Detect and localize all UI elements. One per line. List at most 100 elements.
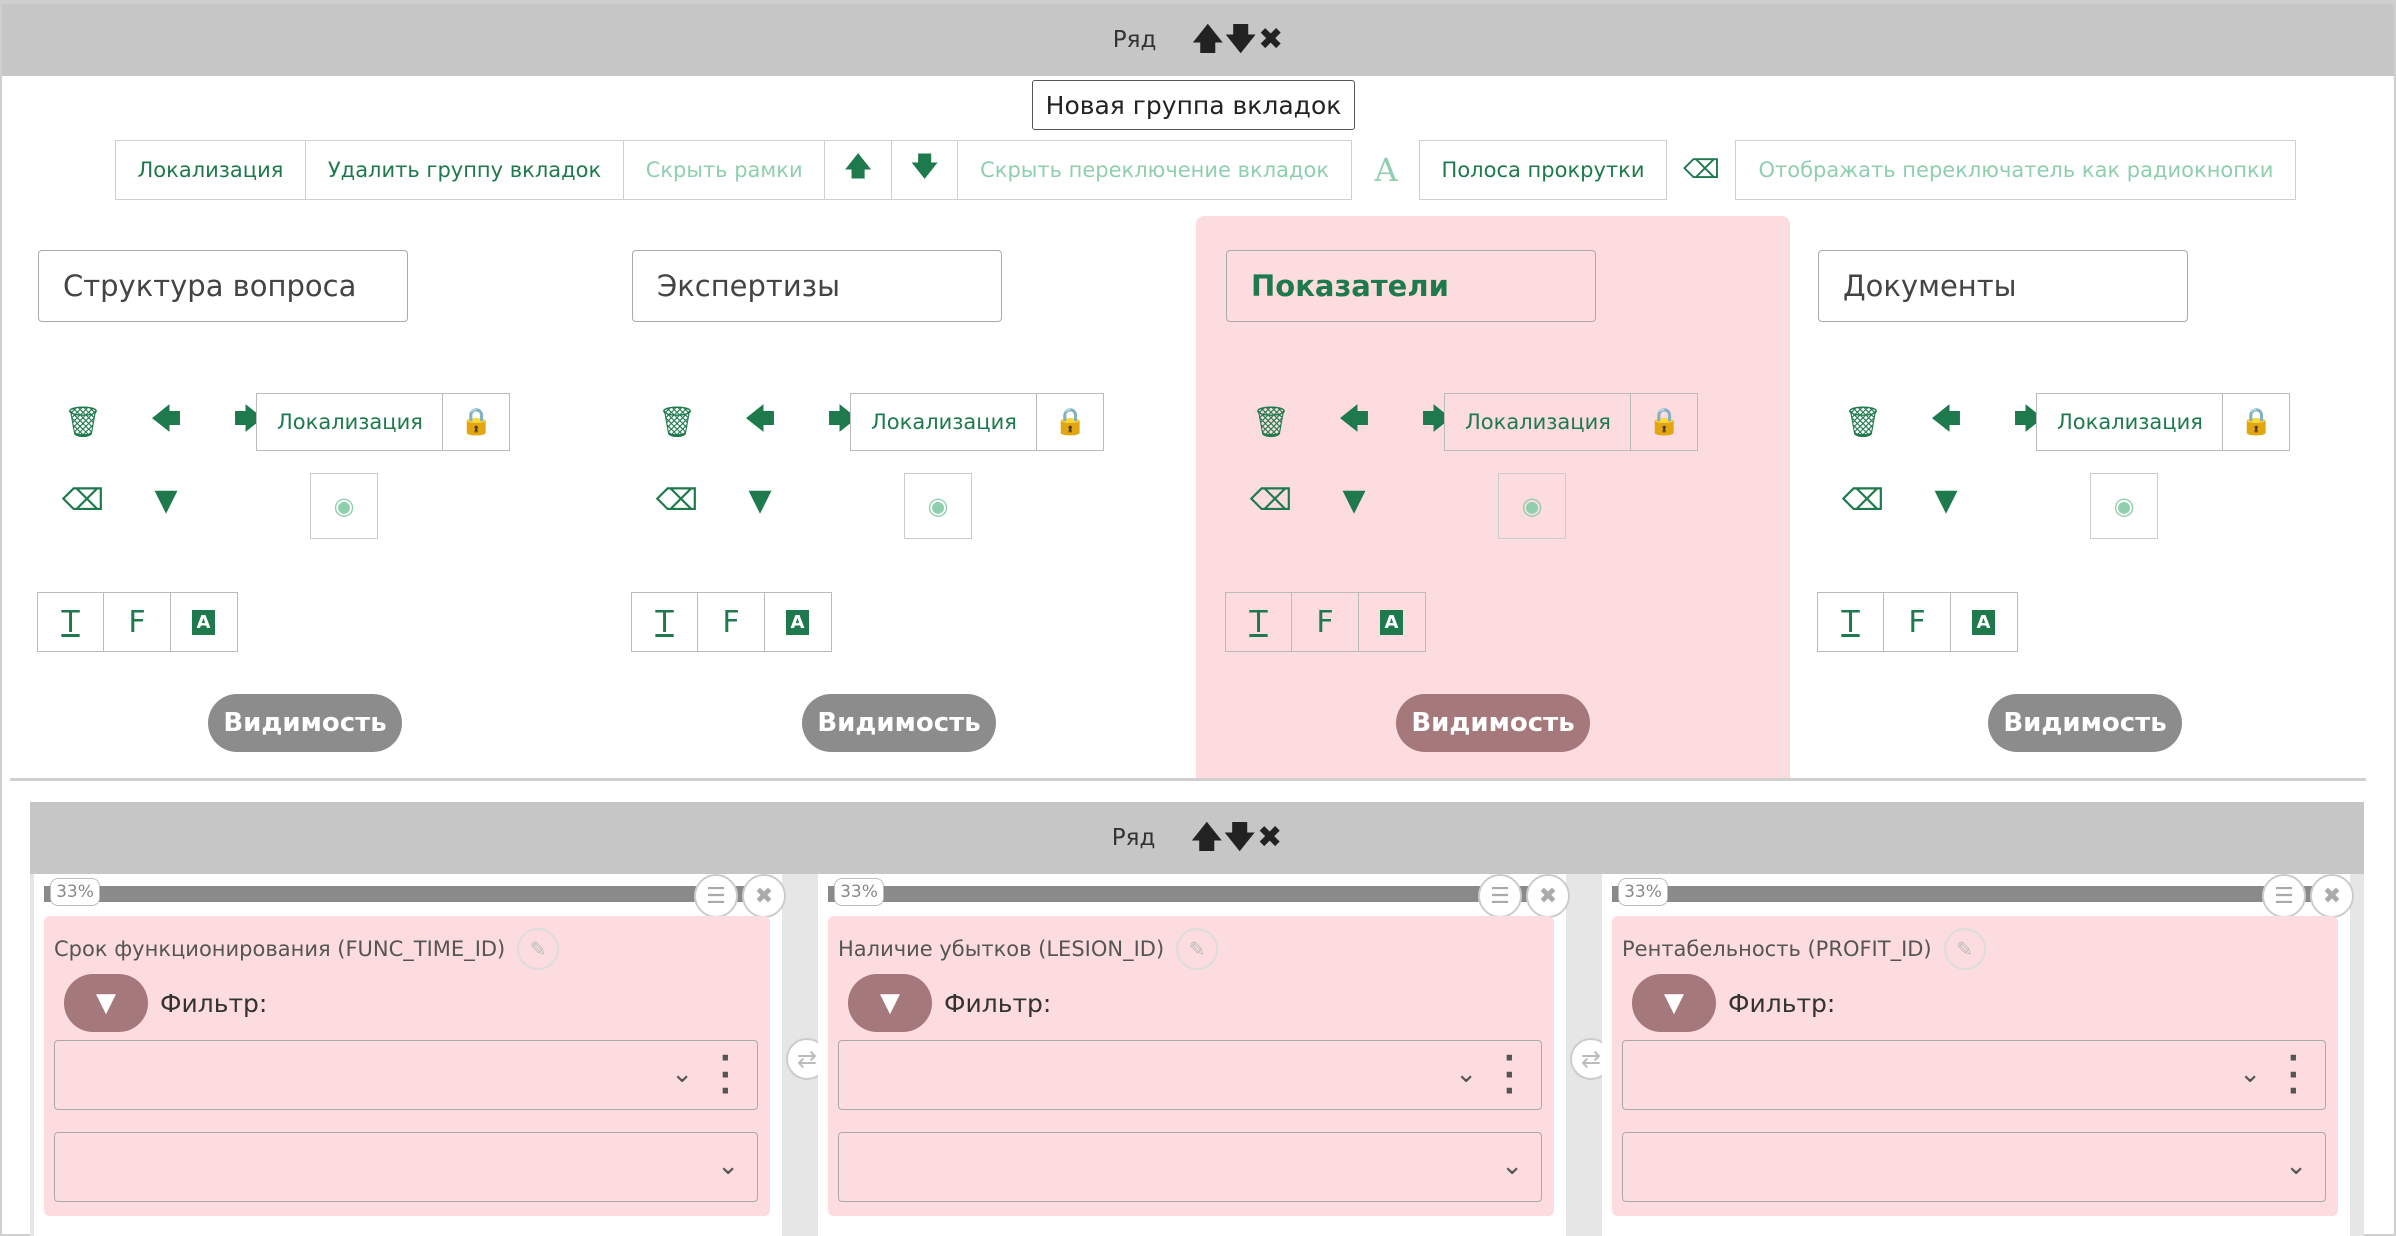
arrow-left-icon[interactable]: 🡄: [1329, 397, 1379, 447]
trash-icon[interactable]: 🗑: [1246, 397, 1296, 447]
eye-hidden-icon[interactable]: ◉: [2090, 473, 2158, 539]
close-icon[interactable]: ✖: [2310, 874, 2354, 918]
list-icon[interactable]: ☰: [694, 874, 738, 918]
hide-borders-button[interactable]: Скрыть рамки: [622, 140, 826, 200]
arrow-down-icon[interactable]: 🡇: [890, 140, 959, 200]
localization-button[interactable]: Локализация: [114, 140, 307, 200]
arrow-down-icon[interactable]: 🡇: [1224, 823, 1255, 853]
lock-icon[interactable]: 🔒: [442, 393, 511, 451]
format-buttons: T F A: [1816, 592, 2018, 652]
row-header: Ряд 🡅 🡇 ✖: [2, 4, 2394, 76]
eye-hidden-icon[interactable]: ◉: [310, 473, 378, 539]
list-icon[interactable]: ☰: [1478, 874, 1522, 918]
filter-icon[interactable]: ▼: [1921, 475, 1971, 525]
close-icon[interactable]: ✖: [1258, 25, 1283, 55]
eye-hidden-icon[interactable]: ◉: [1498, 473, 1566, 539]
trash-icon[interactable]: 🗑: [58, 397, 108, 447]
visibility-button[interactable]: Видимость: [1988, 694, 2182, 752]
arrow-down-icon[interactable]: 🡇: [1225, 25, 1256, 55]
more-vertical-icon[interactable]: · · ·: [2288, 1044, 2299, 1107]
width-percent-badge: 33%: [1618, 878, 1668, 906]
filter-button[interactable]: ▼: [848, 974, 932, 1032]
style-format-button[interactable]: A: [1949, 592, 2018, 652]
text-format-button[interactable]: T: [36, 592, 105, 652]
cell: 33% ☰ ✖ Рентабельность (PROFIT_ID) ✎ ▼ Фи…: [1602, 874, 2354, 1236]
function-format-button[interactable]: F: [1291, 592, 1359, 652]
cell-body: Срок функционирования (FUNC_TIME_ID) ✎ ▼ …: [44, 916, 770, 1216]
width-bar[interactable]: [1612, 886, 2324, 902]
text-format-button[interactable]: T: [1224, 592, 1293, 652]
close-icon[interactable]: ✖: [1526, 874, 1570, 918]
visibility-button[interactable]: Видимость: [1396, 694, 1590, 752]
function-format-button[interactable]: F: [1883, 592, 1951, 652]
localization-button[interactable]: Локализация: [256, 393, 444, 451]
eraser-icon[interactable]: ⌫: [1838, 475, 1888, 525]
tab-name-field[interactable]: Экспертизы: [632, 250, 1002, 322]
lock-icon[interactable]: 🔒: [1630, 393, 1699, 451]
value-select[interactable]: ⌄: [1622, 1132, 2326, 1202]
tab-name-field[interactable]: Структура вопроса: [38, 250, 408, 322]
text-format-button[interactable]: T: [1816, 592, 1885, 652]
width-bar[interactable]: [44, 886, 756, 902]
filter-select[interactable]: ⌄ · · ·: [54, 1040, 758, 1110]
value-select[interactable]: ⌄: [54, 1132, 758, 1202]
arrow-left-icon[interactable]: 🡄: [735, 397, 785, 447]
eraser-icon[interactable]: ⌫: [1667, 140, 1735, 200]
filter-icon[interactable]: ▼: [141, 475, 191, 525]
more-vertical-icon[interactable]: · · ·: [1504, 1044, 1515, 1107]
scrollbar-button[interactable]: Полоса прокрутки: [1418, 140, 1668, 200]
value-select[interactable]: ⌄: [838, 1132, 1542, 1202]
tab-name-field[interactable]: Документы: [1818, 250, 2188, 322]
list-icon[interactable]: ☰: [2262, 874, 2306, 918]
arrow-left-icon[interactable]: 🡄: [1921, 397, 1971, 447]
hide-tab-switch-button[interactable]: Скрыть переключение вкладок: [957, 140, 1353, 200]
filter-icon[interactable]: ▼: [1329, 475, 1379, 525]
function-format-button[interactable]: F: [103, 592, 171, 652]
filter-button[interactable]: ▼: [64, 974, 148, 1032]
arrow-up-icon[interactable]: 🡅: [1192, 25, 1223, 55]
edit-icon[interactable]: ✎: [1176, 928, 1219, 970]
visibility-button[interactable]: Видимость: [802, 694, 996, 752]
format-buttons: T F A: [36, 592, 238, 652]
localization-button[interactable]: Локализация: [2036, 393, 2224, 451]
eraser-icon[interactable]: ⌫: [1246, 475, 1296, 525]
filter-button[interactable]: ▼: [1632, 974, 1716, 1032]
cell-title: Наличие убытков (LESION_ID): [838, 937, 1165, 961]
filter-select[interactable]: ⌄ · · ·: [1622, 1040, 2326, 1110]
width-percent-badge: 33%: [834, 878, 884, 906]
row-label: Ряд: [1112, 27, 1157, 53]
filter-select[interactable]: ⌄ · · ·: [838, 1040, 1542, 1110]
lock-icon[interactable]: 🔒: [2222, 393, 2291, 451]
arrow-up-icon[interactable]: 🡅: [1191, 823, 1222, 853]
edit-icon[interactable]: ✎: [1943, 928, 1986, 970]
visibility-button[interactable]: Видимость: [208, 694, 402, 752]
arrow-left-icon[interactable]: 🡄: [141, 397, 191, 447]
style-format-button[interactable]: A: [169, 592, 238, 652]
function-format-button[interactable]: F: [697, 592, 765, 652]
style-format-button[interactable]: A: [1357, 592, 1426, 652]
text-format-label: T: [61, 604, 80, 640]
close-icon[interactable]: ✖: [1257, 823, 1282, 853]
delete-tab-group-button[interactable]: Удалить группу вкладок: [304, 140, 625, 200]
localization-button[interactable]: Локализация: [1444, 393, 1632, 451]
more-vertical-icon[interactable]: · · ·: [720, 1044, 731, 1107]
close-icon[interactable]: ✖: [742, 874, 786, 918]
width-bar[interactable]: [828, 886, 1540, 902]
lock-icon[interactable]: 🔒: [1036, 393, 1105, 451]
radio-switch-button[interactable]: Отображать переключатель как радиокнопки: [1735, 140, 2297, 200]
eye-hidden-icon[interactable]: ◉: [904, 473, 972, 539]
style-format-button[interactable]: A: [763, 592, 832, 652]
localization-button[interactable]: Локализация: [850, 393, 1038, 451]
font-icon[interactable]: A: [1352, 140, 1420, 200]
text-format-button[interactable]: T: [630, 592, 699, 652]
trash-icon[interactable]: 🗑: [652, 397, 702, 447]
tab-group-name[interactable]: Новая группа вкладок: [1032, 80, 1355, 130]
eraser-icon[interactable]: ⌫: [58, 475, 108, 525]
trash-icon[interactable]: 🗑: [1838, 397, 1888, 447]
function-format-label: F: [128, 604, 146, 640]
tab-name-field[interactable]: Показатели: [1226, 250, 1596, 322]
edit-icon[interactable]: ✎: [517, 928, 560, 970]
arrow-up-icon[interactable]: 🡅: [824, 140, 893, 200]
eraser-icon[interactable]: ⌫: [652, 475, 702, 525]
filter-icon[interactable]: ▼: [735, 475, 785, 525]
